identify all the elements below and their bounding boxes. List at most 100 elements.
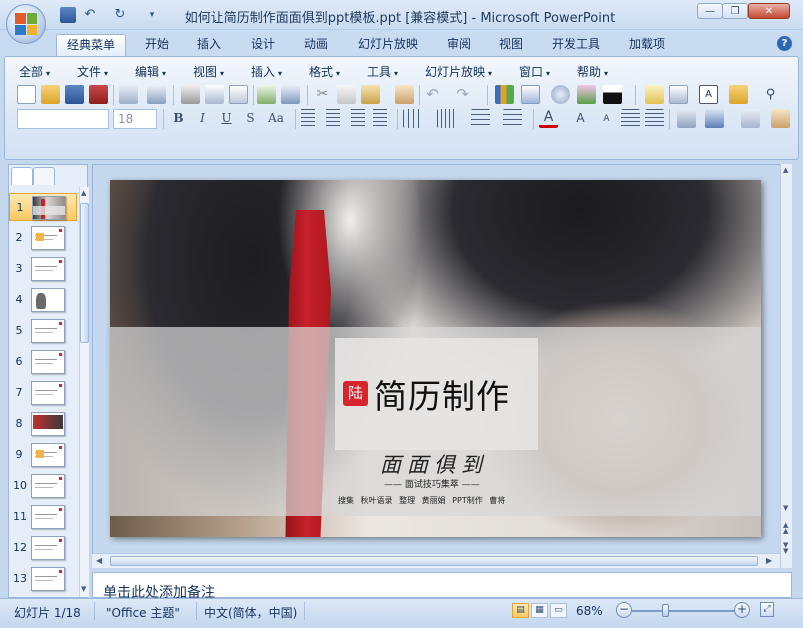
align-center-icon[interactable]: [323, 109, 342, 128]
cut-icon[interactable]: ✂: [313, 85, 332, 104]
slide-thumbnail-7[interactable]: 7: [9, 379, 77, 407]
menu-file[interactable]: 文件 ▾: [77, 63, 108, 80]
research-icon[interactable]: [281, 85, 300, 104]
scroll-up-icon[interactable]: ▲: [81, 189, 89, 197]
slide-thumbnail-4[interactable]: 4: [9, 286, 77, 314]
align-left-icon[interactable]: [299, 109, 318, 128]
table-icon[interactable]: [521, 85, 540, 104]
tab-insert[interactable]: 插入: [190, 34, 228, 56]
italic-button[interactable]: I: [193, 109, 212, 128]
font-name-select[interactable]: [17, 109, 109, 129]
font-color-icon[interactable]: A: [539, 109, 558, 128]
slide-title[interactable]: 简历制作: [374, 370, 510, 418]
clipart-icon[interactable]: [551, 85, 570, 104]
print-preview-icon[interactable]: [205, 85, 224, 104]
slideshow-view-icon[interactable]: ▭: [550, 603, 567, 618]
paste-icon[interactable]: [361, 85, 380, 104]
slide-thumbnail-10[interactable]: 10: [9, 472, 77, 500]
scroll-right-icon[interactable]: ▶: [766, 556, 772, 565]
scrollbar-thumb[interactable]: [80, 203, 89, 343]
zoom-out-button[interactable]: −: [616, 602, 632, 618]
slide-thumbnail-13[interactable]: 13: [9, 565, 77, 593]
notes-pane[interactable]: 单击此处添加备注: [92, 572, 792, 601]
fill-color-icon[interactable]: [603, 85, 622, 104]
slide-thumbnail-11[interactable]: 11: [9, 503, 77, 531]
slide-thumbnail-2[interactable]: 2: [9, 224, 77, 252]
tab-review[interactable]: 审阅: [440, 34, 478, 56]
numbering-icon[interactable]: [471, 109, 490, 128]
slide-thumbnail-8[interactable]: 8: [9, 410, 77, 438]
close-button[interactable]: ✕: [748, 3, 790, 19]
tab-classic-menu[interactable]: 经典菜单: [56, 34, 126, 56]
zoom-slider-thumb[interactable]: [662, 604, 669, 617]
quick-styles-icon[interactable]: [741, 109, 760, 128]
save-icon[interactable]: [60, 7, 76, 23]
text-box-icon[interactable]: A: [699, 85, 718, 104]
permission-icon[interactable]: [89, 85, 108, 104]
slides-scrollbar[interactable]: ▲ ▼: [79, 187, 89, 597]
redo-icon[interactable]: ↷: [453, 85, 472, 104]
slide-thumbnail-1[interactable]: 1: [9, 193, 77, 221]
fit-to-window-icon[interactable]: ⤢: [760, 602, 774, 617]
shapes-icon[interactable]: [705, 109, 724, 128]
normal-view-icon[interactable]: ▤: [512, 603, 529, 618]
zoom-in-button[interactable]: +: [734, 602, 750, 618]
shrink-font-icon[interactable]: A: [597, 109, 616, 128]
menu-slideshow[interactable]: 幻灯片放映 ▾: [425, 63, 492, 80]
text-direction-icon[interactable]: [437, 109, 456, 128]
tab-slideshow[interactable]: 幻灯片放映: [350, 34, 426, 56]
new-slide-icon[interactable]: [645, 85, 664, 104]
copy-icon[interactable]: [337, 85, 356, 104]
language-indicator[interactable]: 中文(简体，中国): [204, 604, 297, 621]
slide-thumbnail-5[interactable]: 5: [9, 317, 77, 345]
grow-font-icon[interactable]: A: [571, 109, 590, 128]
scroll-down-icon[interactable]: ▼: [783, 504, 788, 512]
increase-indent-icon[interactable]: [645, 109, 664, 128]
menu-window[interactable]: 窗口 ▾: [519, 63, 550, 80]
tab-view[interactable]: 视图: [492, 34, 530, 56]
undo-icon[interactable]: ↶: [82, 7, 98, 23]
outline-tab-icon[interactable]: [33, 167, 55, 185]
font-size-select[interactable]: 18: [113, 109, 157, 129]
menu-view[interactable]: 视图 ▾: [193, 63, 224, 80]
email-icon[interactable]: [119, 85, 138, 104]
tab-addins[interactable]: 加载项: [622, 34, 672, 56]
decrease-indent-icon[interactable]: [621, 109, 640, 128]
arrange-icon[interactable]: [677, 109, 696, 128]
change-case-button[interactable]: Aa: [263, 109, 289, 128]
spelling-icon[interactable]: [257, 85, 276, 104]
hscroll-thumb[interactable]: [110, 556, 758, 566]
slide-thumbnail-3[interactable]: 3: [9, 255, 77, 283]
bold-button[interactable]: B: [169, 109, 188, 128]
underline-button[interactable]: U: [217, 109, 236, 128]
slide-thumbnail-12[interactable]: 12: [9, 534, 77, 562]
slide-sorter-view-icon[interactable]: ▦: [531, 603, 548, 618]
tab-home[interactable]: 开始: [138, 34, 176, 56]
shadow-button[interactable]: S: [241, 109, 260, 128]
slide-subtitle[interactable]: —— 面试技巧集萃 ——: [384, 477, 480, 490]
layout-icon[interactable]: [669, 85, 688, 104]
scroll-down-icon[interactable]: ▼: [81, 585, 89, 593]
office-button[interactable]: [6, 4, 46, 44]
justify-icon[interactable]: [371, 109, 390, 128]
menu-insert[interactable]: 插入 ▾: [251, 63, 282, 80]
editor-vertical-scrollbar[interactable]: ▲ ▼ ▲ ▲ ▼ ▼: [780, 164, 792, 568]
menu-all[interactable]: 全部 ▾: [19, 63, 50, 80]
publish-icon[interactable]: [147, 85, 166, 104]
next-slide-icon[interactable]: ▼ ▼: [783, 542, 788, 555]
columns-icon[interactable]: [403, 109, 422, 128]
chart-icon[interactable]: [495, 85, 514, 104]
previous-slide-icon[interactable]: ▲ ▲: [783, 522, 788, 535]
menu-format[interactable]: 格式 ▾: [309, 63, 340, 80]
picture-icon[interactable]: [577, 85, 596, 104]
menu-edit[interactable]: 编辑 ▾: [135, 63, 166, 80]
bullets-icon[interactable]: [503, 109, 522, 128]
scroll-left-icon[interactable]: ◀: [96, 556, 102, 565]
theme-name[interactable]: "Office 主题": [106, 604, 180, 621]
slides-tab-icon[interactable]: [11, 167, 33, 185]
shape-fill-icon[interactable]: [771, 109, 790, 128]
open-icon[interactable]: [41, 85, 60, 104]
editor-horizontal-scrollbar[interactable]: ◀ ▶: [92, 553, 780, 568]
minimize-button[interactable]: —: [697, 3, 723, 19]
redo-icon[interactable]: ↻: [112, 7, 128, 23]
